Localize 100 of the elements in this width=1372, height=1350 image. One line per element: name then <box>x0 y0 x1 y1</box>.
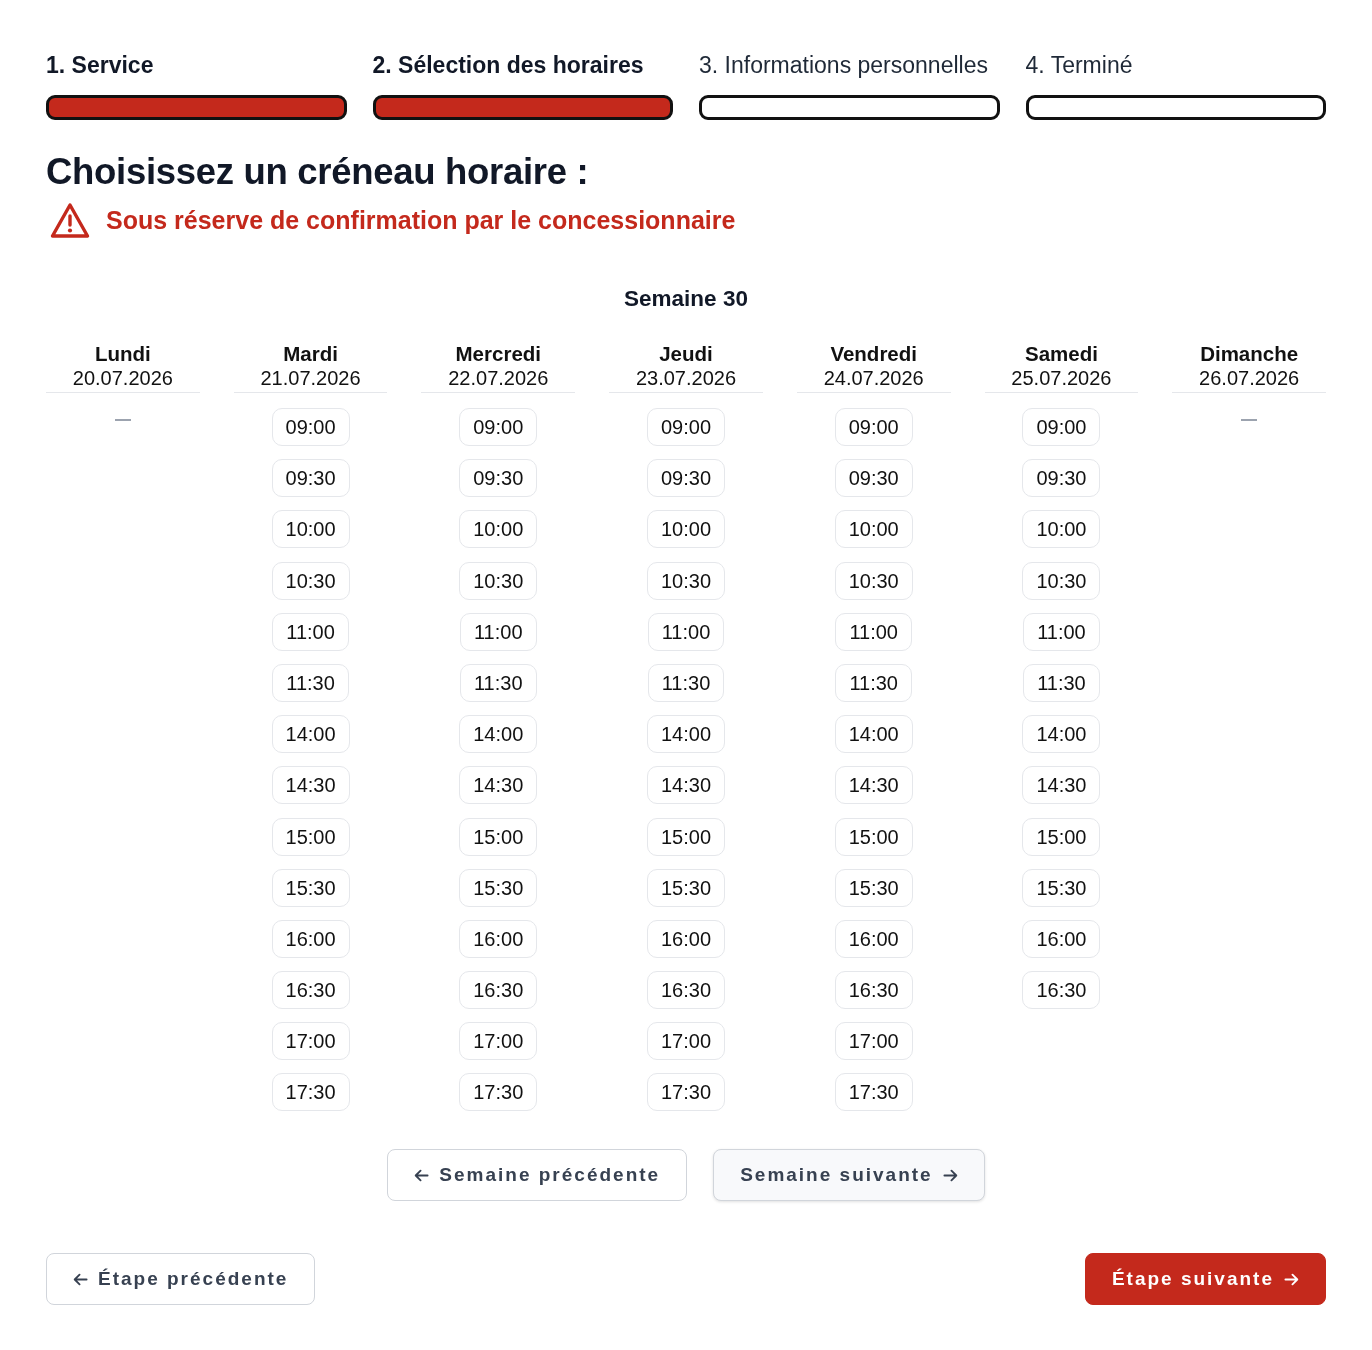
time-slot-button[interactable]: 14:30 <box>834 766 913 805</box>
time-slot-button[interactable]: 11:00 <box>647 612 725 651</box>
dash-icon <box>114 419 131 421</box>
step-label: 1. Service <box>46 52 155 78</box>
time-slot-button[interactable]: 15:30 <box>271 868 350 907</box>
time-slot-button[interactable]: 17:30 <box>459 1073 538 1112</box>
day-date: 25.07.2026 <box>1010 366 1113 390</box>
time-slot-button[interactable]: 15:00 <box>1022 817 1101 856</box>
time-slot-button[interactable]: 15:00 <box>271 817 350 856</box>
day-name: Vendredi <box>829 342 918 366</box>
day-name: Lundi <box>93 342 152 366</box>
time-slot-button[interactable]: 14:30 <box>271 766 350 805</box>
dash-icon <box>1241 419 1258 421</box>
time-slot-button[interactable]: 11:30 <box>460 663 537 702</box>
time-slot-button[interactable]: 15:30 <box>1022 868 1101 907</box>
time-slot-button[interactable]: 10:30 <box>1022 561 1101 600</box>
time-slot-button[interactable]: 17:00 <box>271 1022 350 1061</box>
step-label: 4. Terminé <box>1025 52 1134 78</box>
time-slot-button[interactable]: 16:30 <box>1022 971 1101 1010</box>
time-slot-button[interactable]: 15:30 <box>834 868 913 907</box>
day-date: 22.07.2026 <box>447 366 550 390</box>
time-slot-button[interactable]: 10:30 <box>834 561 913 600</box>
time-slot-button[interactable]: 10:00 <box>646 510 725 549</box>
time-slot-button[interactable]: 11:00 <box>835 612 912 651</box>
time-slot-button[interactable]: 11:30 <box>647 663 725 702</box>
time-slot-button[interactable]: 10:00 <box>834 510 913 549</box>
time-slot-button[interactable]: 17:00 <box>646 1022 725 1061</box>
time-slot-button[interactable]: 17:00 <box>459 1022 538 1061</box>
time-slot-button[interactable]: 14:00 <box>459 715 538 754</box>
time-slot-button[interactable]: 16:30 <box>271 971 350 1010</box>
time-slot-button[interactable]: 10:00 <box>271 510 350 549</box>
day-name: Samedi <box>1023 342 1099 366</box>
time-slot-button[interactable]: 09:00 <box>1022 408 1101 446</box>
time-slot-button[interactable]: 15:00 <box>834 817 913 856</box>
week-title: Semaine 30 <box>624 286 748 312</box>
time-slot-button[interactable]: 17:30 <box>834 1073 913 1112</box>
time-slot-button[interactable]: 17:00 <box>834 1022 913 1061</box>
arrow-left-icon <box>73 1271 88 1287</box>
time-slot-button[interactable]: 09:30 <box>834 459 913 498</box>
time-slot-button[interactable]: 09:30 <box>271 459 350 498</box>
time-slot-button[interactable]: 15:00 <box>646 817 725 856</box>
arrow-left-icon <box>414 1167 430 1183</box>
time-slot-button[interactable]: 14:00 <box>1022 715 1101 754</box>
day-date: 26.07.2026 <box>1198 366 1301 390</box>
time-slot-button[interactable]: 14:30 <box>646 766 725 805</box>
time-slot-button[interactable]: 09:00 <box>834 408 913 446</box>
time-slot-button[interactable]: 14:30 <box>1022 766 1101 805</box>
time-slot-button[interactable]: 10:00 <box>459 510 538 549</box>
time-slot-button[interactable]: 15:30 <box>646 868 725 907</box>
time-slot-button[interactable]: 11:30 <box>1023 663 1100 702</box>
time-slot-button[interactable]: 10:30 <box>646 561 725 600</box>
time-slot-button[interactable]: 16:00 <box>459 919 538 958</box>
warning-text: Sous réserve de confirmation par le concessionnaire <box>106 205 736 237</box>
time-slot-button[interactable]: 17:30 <box>271 1073 350 1112</box>
time-slot-button[interactable]: 14:00 <box>834 715 913 754</box>
time-slot-button[interactable]: 09:30 <box>646 459 725 498</box>
day-date: 20.07.2026 <box>71 366 174 390</box>
previous-week-button[interactable]: Semaine précédente <box>387 1149 688 1202</box>
time-slot-button[interactable]: 17:30 <box>646 1073 725 1112</box>
next-week-button[interactable]: Semaine suivante <box>713 1149 985 1202</box>
time-slot-button[interactable]: 10:00 <box>1022 510 1101 549</box>
time-slot-button[interactable]: 10:30 <box>459 561 538 600</box>
time-slot-button[interactable]: 10:30 <box>271 561 350 600</box>
time-slot-button[interactable]: 15:30 <box>459 868 538 907</box>
day-name: Dimanche <box>1199 342 1300 366</box>
time-slot-button[interactable]: 09:30 <box>459 459 538 498</box>
time-slot-button[interactable]: 16:00 <box>834 919 913 958</box>
page-heading: Choisissez un créneau horaire : <box>46 150 590 194</box>
arrow-right-icon <box>942 1167 958 1183</box>
time-slot-button[interactable]: 16:00 <box>1022 919 1101 958</box>
step-label: 3. Informations personnelles <box>699 52 989 78</box>
previous-step-button[interactable]: Étape précédente <box>46 1253 316 1306</box>
day-name: Mardi <box>282 342 339 366</box>
arrow-right-icon <box>1284 1271 1299 1287</box>
time-slot-button[interactable]: 09:30 <box>1022 459 1101 498</box>
time-slot-button[interactable]: 11:00 <box>272 612 349 651</box>
day-name: Mercredi <box>454 342 542 366</box>
time-slot-button[interactable]: 11:30 <box>835 663 912 702</box>
time-slot-button[interactable]: 16:30 <box>646 971 725 1010</box>
time-slot-button[interactable]: 16:00 <box>646 919 725 958</box>
time-slot-button[interactable]: 14:00 <box>646 715 725 754</box>
day-name: Jeudi <box>658 342 714 366</box>
time-slot-button[interactable]: 09:00 <box>459 408 538 446</box>
next-step-button[interactable]: Étape suivante <box>1084 1253 1326 1306</box>
time-slot-button[interactable]: 16:30 <box>834 971 913 1010</box>
time-slot-button[interactable]: 14:30 <box>459 766 538 805</box>
time-slot-button[interactable]: 16:30 <box>459 971 538 1010</box>
time-slot-button[interactable]: 09:00 <box>646 408 725 446</box>
day-date: 24.07.2026 <box>822 366 925 390</box>
time-slot-button[interactable]: 15:00 <box>459 817 538 856</box>
time-slot-button[interactable]: 11:30 <box>272 663 349 702</box>
time-slot-button[interactable]: 14:00 <box>271 715 350 754</box>
step-label: 2. Sélection des horaires <box>372 52 645 78</box>
time-slot-button[interactable]: 11:00 <box>1023 612 1100 651</box>
time-slot-button[interactable]: 09:00 <box>271 408 350 446</box>
time-slot-button[interactable]: 11:00 <box>460 612 537 651</box>
time-slot-button[interactable]: 16:00 <box>271 919 350 958</box>
day-date: 21.07.2026 <box>259 366 362 390</box>
day-date: 23.07.2026 <box>634 366 738 390</box>
warning-icon <box>50 202 90 240</box>
